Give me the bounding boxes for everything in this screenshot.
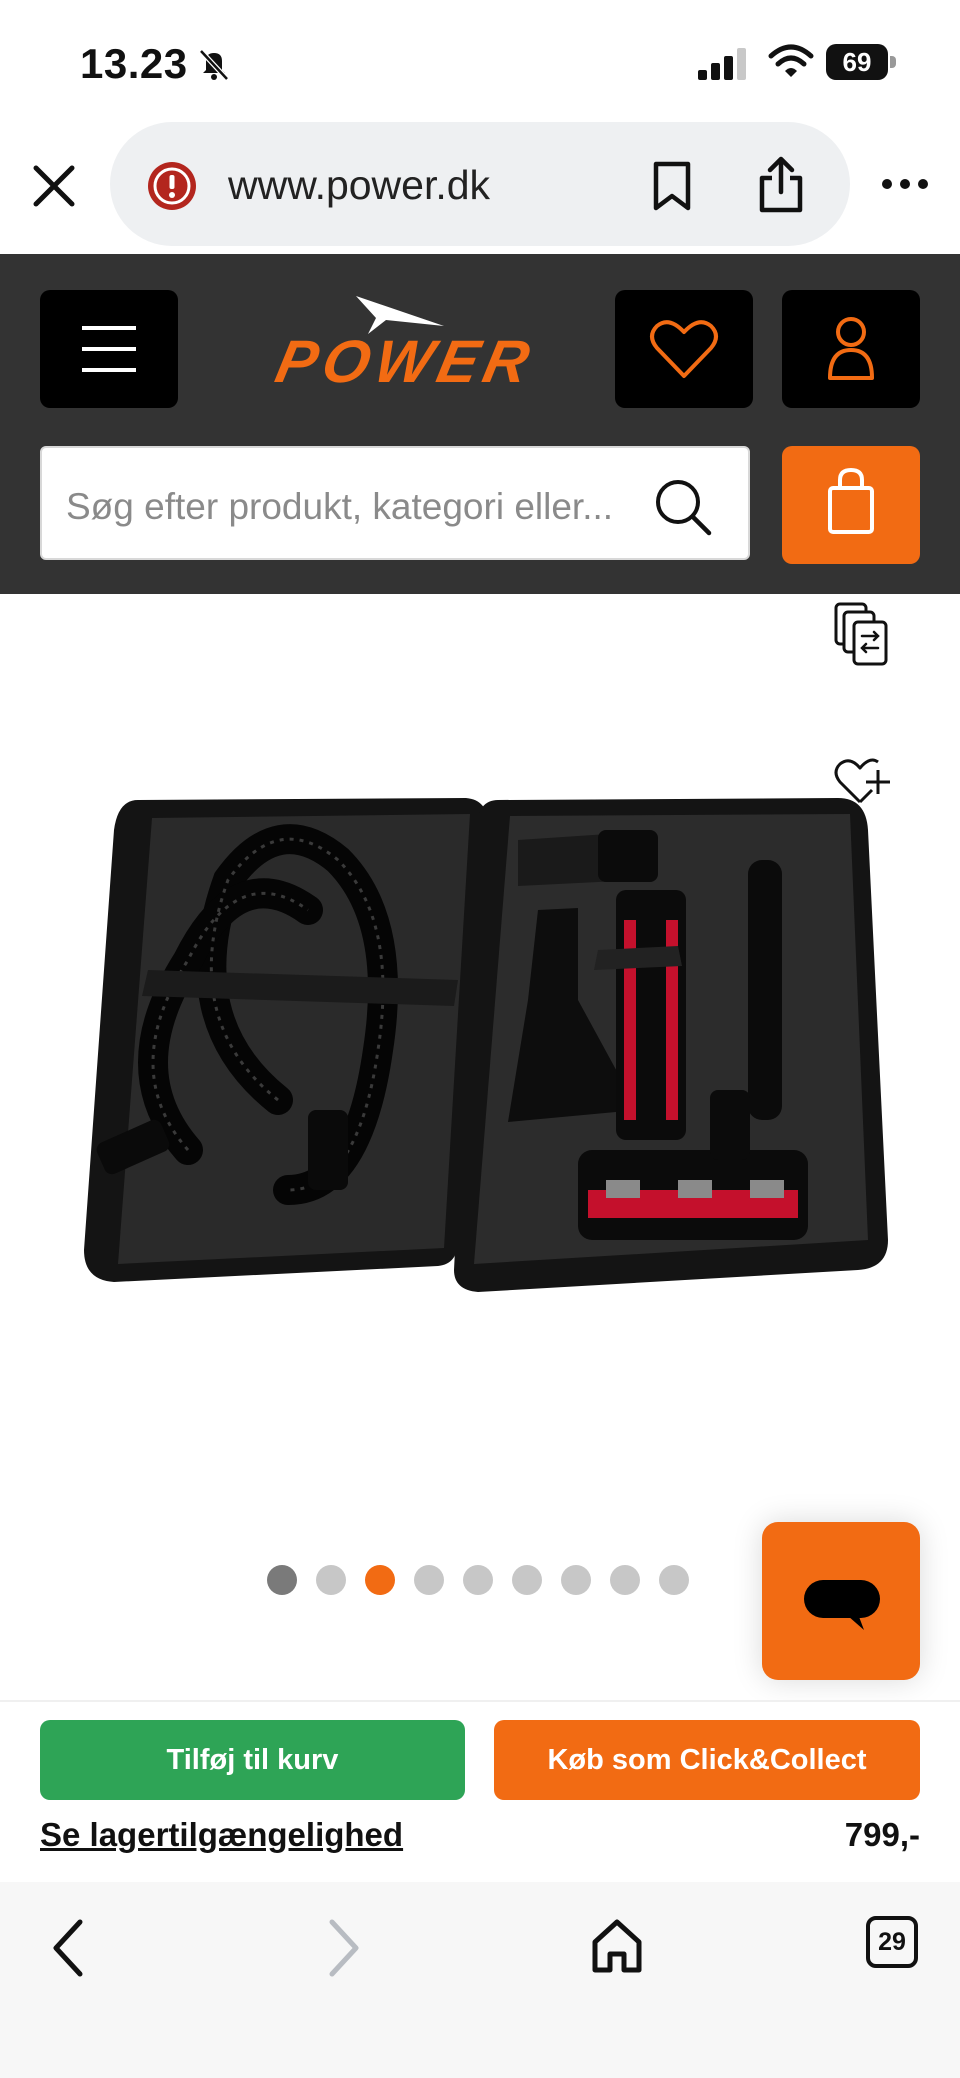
signal-icon [698,48,746,80]
share-icon[interactable] [756,156,806,214]
power-logo[interactable]: POWER [218,294,586,395]
bell-off-icon [199,49,229,81]
user-icon [828,317,874,380]
carousel-dot[interactable] [365,1565,395,1595]
menu-icon [82,326,136,372]
site-header: POWER Søg efter produkt, kategori eller.… [0,254,960,594]
browser-bar: www.power.dk [0,120,960,254]
product-image[interactable] [78,770,898,1310]
status-time: 13.23 [80,40,188,87]
wifi-icon [768,44,814,77]
chat-button[interactable] [762,1522,920,1680]
search-input[interactable]: Søg efter produkt, kategori eller... [40,446,750,560]
carousel-dot[interactable] [610,1565,640,1595]
shopping-bag-icon [828,467,874,534]
home-icon[interactable] [590,1916,644,1976]
carousel-dot[interactable] [512,1565,542,1595]
carousel-dot[interactable] [463,1565,493,1595]
heart-icon [650,320,718,378]
carousel-dot[interactable] [316,1565,346,1595]
security-warning-icon[interactable] [146,160,198,212]
bookmark-icon[interactable] [650,160,694,212]
back-icon[interactable] [46,1916,90,1980]
battery-level: 69 [842,47,872,77]
browser-nav: 29 [0,1882,960,2078]
compare-icon[interactable] [832,600,892,668]
cart-button[interactable] [782,446,920,564]
add-to-cart-button[interactable]: Tilføj til kurv [40,1720,465,1800]
price: 799,- [844,1816,920,1853]
svg-text:POWER: POWER [270,328,541,390]
carousel-dot[interactable] [414,1565,444,1595]
status-bar: 13.23 69 [0,0,960,120]
stock-availability-link[interactable]: Se lagertilgængelighed [40,1816,403,1854]
search-placeholder: Søg efter produkt, kategori eller... [66,486,614,527]
close-icon[interactable] [28,160,80,212]
favorites-button[interactable] [615,290,753,408]
search-icon[interactable] [652,476,714,538]
more-icon[interactable] [880,176,930,192]
carousel-dot[interactable] [267,1565,297,1595]
battery-icon: 69 [826,44,896,80]
chat-icon [804,1580,880,1630]
carousel-dot[interactable] [561,1565,591,1595]
carousel-dots [266,1564,696,1596]
click-collect-button[interactable]: Køb som Click&Collect [494,1720,920,1800]
account-button[interactable] [782,290,920,408]
address-bar[interactable]: www.power.dk [110,122,850,246]
menu-button[interactable] [40,290,178,408]
tabs-icon[interactable]: 29 [866,1916,918,1968]
forward-icon[interactable] [322,1916,366,1980]
purchase-bar: Tilføj til kurv Køb som Click&Collect Se… [0,1700,960,1884]
carousel-dot[interactable] [659,1565,689,1595]
url-text[interactable]: www.power.dk [228,162,490,209]
